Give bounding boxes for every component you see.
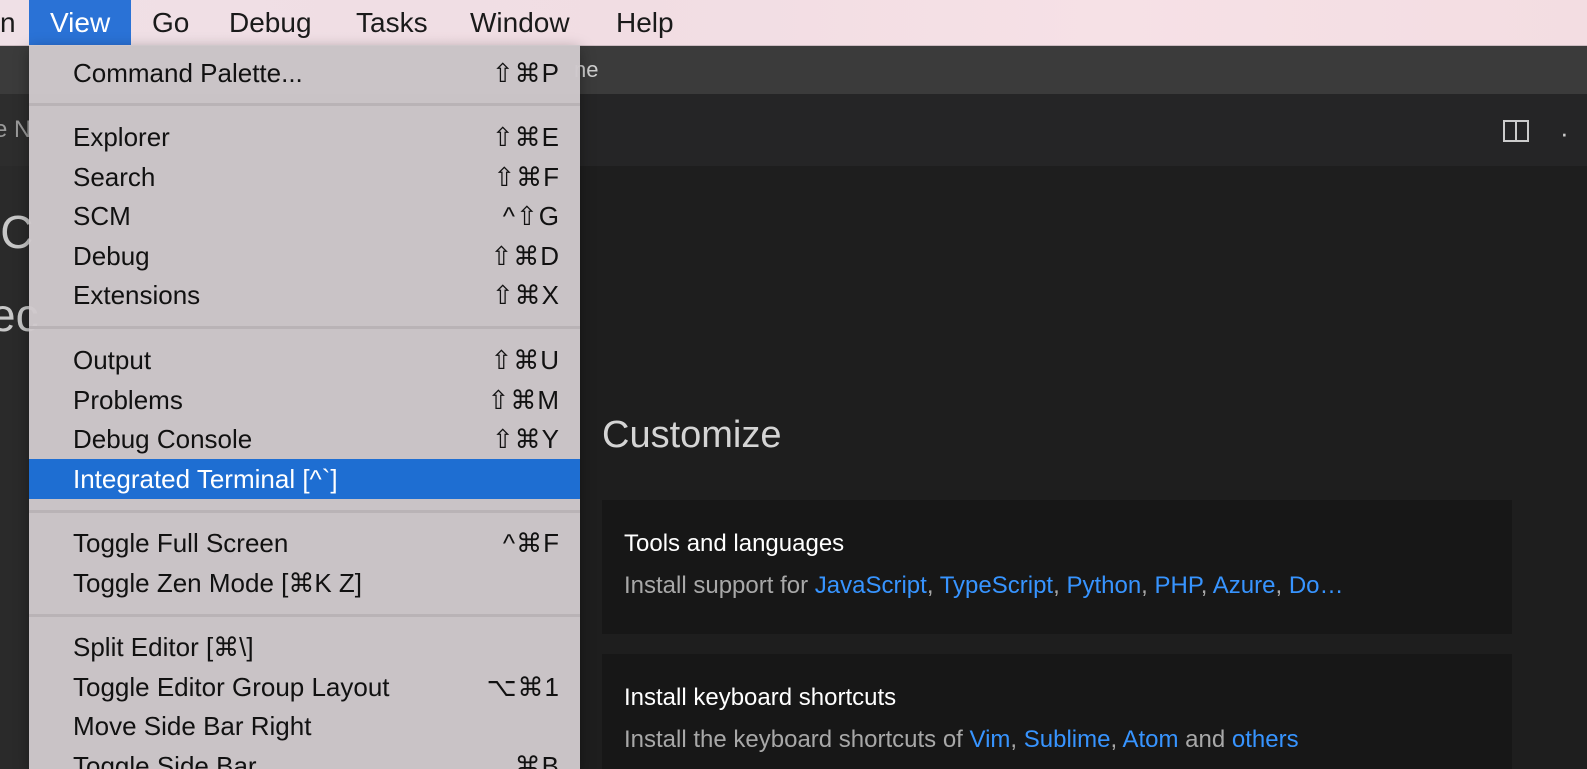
link-vim[interactable]: Vim <box>970 726 1011 753</box>
menu-item-output[interactable]: Output ⇧⌘U <box>29 340 580 380</box>
menu-item-shortcut: ⌘B <box>514 751 560 769</box>
menu-item-shortcut: ⇧⌘M <box>487 385 560 415</box>
link-atom[interactable]: Atom <box>1123 726 1179 753</box>
card-desc-conjunction: and <box>1178 726 1232 753</box>
menu-bar-item-help[interactable]: Help <box>616 0 674 45</box>
menu-item-label: Search <box>73 162 156 192</box>
menu-item-shortcut: ⇧⌘Y <box>491 424 560 454</box>
menu-item-label: Toggle Zen Mode [⌘K Z] <box>73 568 363 598</box>
menu-bar-item-debug[interactable]: Debug <box>229 0 312 45</box>
link-python[interactable]: Python <box>1066 572 1141 599</box>
link-php[interactable]: PHP <box>1155 572 1201 599</box>
link-sublime[interactable]: Sublime <box>1024 726 1111 753</box>
split-editor-icon[interactable] <box>1503 120 1529 142</box>
keyboard-shortcuts-card[interactable]: Install keyboard shortcuts Install the k… <box>602 654 1512 769</box>
tools-languages-card[interactable]: Tools and languages Install support for … <box>602 500 1512 634</box>
menu-item-shortcut: ^⌘F <box>502 528 560 558</box>
menu-bar-item-view[interactable]: View <box>29 0 132 45</box>
menu-item-label: Move Side Bar Right <box>73 711 312 741</box>
menu-item-label: Debug Console <box>73 424 253 454</box>
menu-separator <box>29 510 580 513</box>
menu-item-shortcut: ⇧⌘D <box>490 241 560 271</box>
link-others[interactable]: others <box>1232 726 1299 753</box>
menu-item-shortcut: ⌥⌘1 <box>486 672 560 702</box>
menu-item-label: Integrated Terminal [^`] <box>73 464 338 494</box>
card-title: Tools and languages <box>624 530 845 557</box>
card-description: Install support for JavaScript, TypeScri… <box>624 572 1344 599</box>
menu-item-label: Toggle Editor Group Layout <box>73 672 390 702</box>
menu-separator <box>29 326 580 329</box>
menu-item-label: Debug <box>73 241 150 271</box>
card-title: Install keyboard shortcuts <box>624 684 897 711</box>
menu-item-shortcut: ⇧⌘E <box>491 122 560 152</box>
menu-item-label: Toggle Full Screen <box>73 528 289 558</box>
menu-bar-item-tasks[interactable]: Tasks <box>356 0 428 45</box>
menu-item-problems[interactable]: Problems ⇧⌘M <box>29 380 580 420</box>
menu-item-toggle-editor-group-layout[interactable]: Toggle Editor Group Layout ⌥⌘1 <box>29 667 580 707</box>
link-azure[interactable]: Azure <box>1213 572 1276 599</box>
menu-item-shortcut: ⇧⌘X <box>491 280 560 310</box>
link-typescript[interactable]: TypeScript <box>940 572 1053 599</box>
menu-item-shortcut: ^⇧G <box>502 201 560 231</box>
view-menu-dropdown: Command Palette... ⇧⌘P Explorer ⇧⌘E Search… <box>29 45 580 769</box>
macos-menu-bar: n View Go Debug Tasks Window Help <box>0 0 1587 46</box>
menu-item-label: Toggle Side Bar <box>73 751 257 769</box>
menu-item-search[interactable]: Search ⇧⌘F <box>29 157 580 197</box>
menu-bar-item-fragment[interactable]: n <box>0 0 16 45</box>
menu-item-command-palette[interactable]: Command Palette... ⇧⌘P <box>29 53 580 93</box>
menu-item-label: SCM <box>73 201 131 231</box>
menu-item-label: Output <box>73 345 152 375</box>
menu-item-explorer[interactable]: Explorer ⇧⌘E <box>29 117 580 157</box>
menu-item-toggle-full-screen[interactable]: Toggle Full Screen ^⌘F <box>29 523 580 563</box>
menu-item-shortcut: ⇧⌘U <box>490 345 560 375</box>
menu-item-move-side-bar-right[interactable]: Move Side Bar Right <box>29 706 580 746</box>
editor-tab-label: e N <box>0 116 32 143</box>
menu-item-shortcut: ⇧⌘F <box>493 162 560 192</box>
menu-separator <box>29 614 580 617</box>
card-desc-prefix: Install the keyboard shortcuts of <box>624 726 970 753</box>
link-docker[interactable]: Do… <box>1289 572 1344 599</box>
card-desc-prefix: Install support for <box>624 572 815 599</box>
menu-item-label: Extensions <box>73 280 201 310</box>
more-actions-icon[interactable]: · <box>1560 118 1569 149</box>
menu-separator <box>29 103 580 106</box>
menu-bar-item-window[interactable]: Window <box>470 0 570 45</box>
customize-heading: Customize <box>602 414 782 456</box>
menu-item-label: Problems <box>73 385 183 415</box>
menu-item-label: Explorer <box>73 122 170 152</box>
menu-item-integrated-terminal[interactable]: Integrated Terminal [^`] <box>29 459 580 499</box>
menu-item-extensions[interactable]: Extensions ⇧⌘X <box>29 275 580 315</box>
menu-item-shortcut: ⇧⌘P <box>491 58 560 88</box>
menu-item-toggle-side-bar[interactable]: Toggle Side Bar ⌘B <box>29 746 580 769</box>
menu-item-debug-console[interactable]: Debug Console ⇧⌘Y <box>29 419 580 459</box>
menu-item-split-editor[interactable]: Split Editor [⌘\] <box>29 627 580 667</box>
menu-item-label: Split Editor [⌘\] <box>73 632 254 662</box>
menu-item-debug[interactable]: Debug ⇧⌘D <box>29 236 580 276</box>
link-javascript[interactable]: JavaScript <box>815 572 927 599</box>
menu-item-toggle-zen-mode[interactable]: Toggle Zen Mode [⌘K Z] <box>29 563 580 603</box>
menu-item-label: Command Palette... <box>73 58 303 88</box>
menu-item-scm[interactable]: SCM ^⇧G <box>29 196 580 236</box>
menu-bar-item-go[interactable]: Go <box>152 0 189 45</box>
card-description: Install the keyboard shortcuts of Vim, S… <box>624 726 1299 753</box>
